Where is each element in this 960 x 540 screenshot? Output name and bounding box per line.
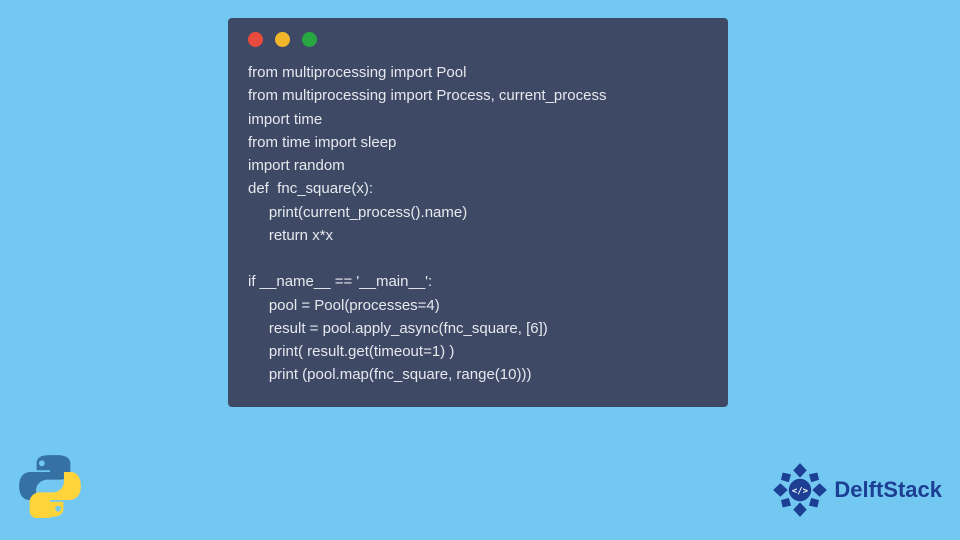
code-block: from multiprocessing import Pool from mu… — [248, 61, 708, 387]
maximize-icon[interactable] — [302, 32, 317, 47]
svg-text:</>: </> — [792, 486, 808, 496]
close-icon[interactable] — [248, 32, 263, 47]
delftstack-icon: </> — [772, 462, 828, 518]
python-logo-icon — [18, 454, 82, 518]
minimize-icon[interactable] — [275, 32, 290, 47]
brand-name: DelftStack — [834, 477, 942, 503]
brand-logo: </> DelftStack — [772, 462, 942, 518]
window-titlebar — [248, 32, 708, 47]
code-window: from multiprocessing import Pool from mu… — [228, 18, 728, 407]
